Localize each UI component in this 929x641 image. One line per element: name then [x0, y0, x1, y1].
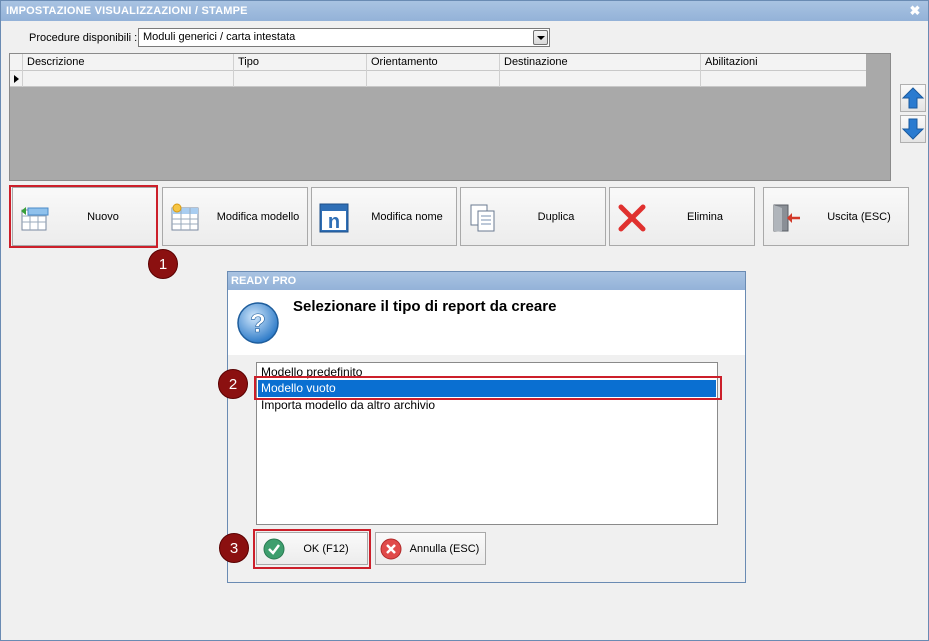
window-titlebar: IMPOSTAZIONE VISUALIZZAZIONI / STAMPE ✖ [1, 1, 928, 21]
column-header[interactable]: Descrizione [22, 54, 233, 71]
procedure-select-value: Moduli generici / carta intestata [143, 31, 296, 43]
modifica-nome-button[interactable]: n Modifica nome [311, 187, 457, 246]
cancel-icon [380, 538, 402, 560]
main-window: IMPOSTAZIONE VISUALIZZAZIONI / STAMPE ✖ … [0, 0, 929, 641]
dialog-title: READY PRO [228, 272, 745, 290]
report-type-dialog: READY PRO ? Selezionare il tipo di repor… [227, 271, 746, 583]
svg-text:n: n [328, 211, 340, 233]
column-header[interactable]: Tipo [233, 54, 366, 71]
move-down-button[interactable] [900, 115, 926, 143]
rename-icon: n [319, 203, 349, 233]
column-header[interactable]: Abilitazioni [700, 54, 866, 71]
table-cell[interactable] [700, 71, 866, 87]
question-icon: ? [237, 302, 279, 344]
procedure-select[interactable]: Moduli generici / carta intestata [138, 28, 550, 47]
step-badge-1: 1 [148, 249, 178, 279]
table-cell[interactable] [22, 71, 233, 87]
close-icon[interactable]: ✖ [908, 1, 922, 21]
arrow-down-icon [901, 118, 925, 140]
exit-door-icon [773, 204, 800, 232]
column-header[interactable]: Destinazione [499, 54, 700, 71]
highlight-modello-vuoto [254, 376, 722, 400]
edit-grid-icon [171, 203, 199, 231]
reports-grid[interactable]: Descrizione Tipo Orientamento Destinazio… [9, 53, 891, 181]
highlight-ok [253, 529, 371, 569]
uscita-button[interactable]: Uscita (ESC) [763, 187, 909, 246]
duplicate-icon [470, 204, 495, 232]
table-cell[interactable] [366, 71, 499, 87]
dialog-header: ? Selezionare il tipo di report da crear… [228, 290, 745, 355]
modifica-nome-label: Modifica nome [371, 211, 443, 223]
dialog-message: Selezionare il tipo di report da creare [293, 298, 557, 315]
elimina-button[interactable]: Elimina [609, 187, 755, 246]
window-title: IMPOSTAZIONE VISUALIZZAZIONI / STAMPE [6, 5, 248, 17]
arrow-up-icon [901, 87, 925, 109]
modifica-modello-button[interactable]: Modifica modello [162, 187, 308, 246]
annulla-button[interactable]: Annulla (ESC) [375, 532, 486, 565]
row-indicator-icon [14, 75, 19, 83]
duplica-button[interactable]: Duplica [460, 187, 606, 246]
annulla-label: Annulla (ESC) [409, 543, 480, 555]
procedure-label: Procedure disponibili : [29, 32, 138, 44]
step-badge-3: 3 [219, 533, 249, 563]
uscita-label: Uscita (ESC) [827, 211, 891, 223]
column-header[interactable]: Orientamento [366, 54, 499, 71]
duplica-label: Duplica [537, 211, 575, 223]
table-cell[interactable] [233, 71, 366, 87]
modifica-modello-label: Modifica modello [216, 211, 300, 223]
chevron-down-icon[interactable] [533, 30, 548, 45]
table-row[interactable] [10, 71, 866, 87]
elimina-label: Elimina [686, 211, 724, 223]
table-cell[interactable] [499, 71, 700, 87]
svg-text:?: ? [250, 308, 266, 338]
grid-header: Descrizione Tipo Orientamento Destinazio… [10, 54, 866, 71]
delete-x-icon [618, 204, 646, 232]
move-up-button[interactable] [900, 84, 926, 112]
highlight-nuovo [9, 185, 158, 248]
step-badge-2: 2 [218, 369, 248, 399]
